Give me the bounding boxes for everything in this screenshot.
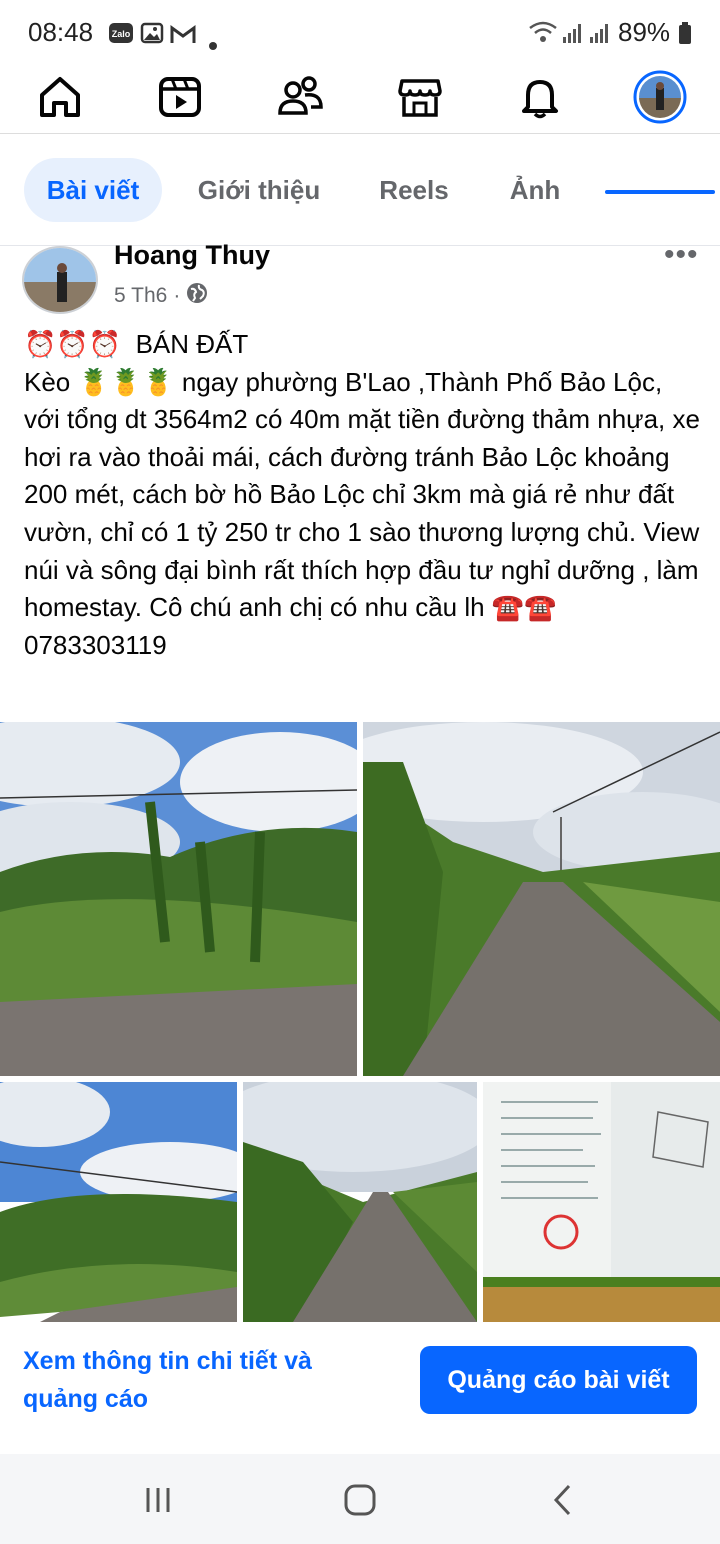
system-nav-bar	[0, 1454, 720, 1544]
meta-separator: ·	[173, 284, 181, 307]
gmail-icon	[170, 21, 196, 43]
back-icon[interactable]	[545, 1482, 581, 1518]
author-avatar[interactable]	[22, 246, 98, 314]
boost-post-button[interactable]: Quảng cáo bài viết	[420, 1346, 697, 1414]
pineapple-emoji: 🍍🍍🍍	[77, 366, 175, 397]
globe-icon	[186, 282, 208, 310]
profile-avatar[interactable]	[610, 62, 710, 132]
post-meta: 5 Th6 ·	[114, 282, 208, 310]
wifi-icon	[528, 18, 558, 42]
bell-icon[interactable]	[490, 62, 590, 132]
recents-icon[interactable]	[140, 1482, 176, 1518]
alarm-emoji: ⏰⏰⏰	[24, 329, 122, 359]
video-icon[interactable]	[130, 62, 230, 132]
photo-3[interactable]	[0, 1082, 237, 1322]
details-link[interactable]: Xem thông tin chi tiết và quảng cáo	[23, 1342, 353, 1418]
home-circle-icon[interactable]	[340, 1482, 380, 1518]
image-icon	[140, 20, 164, 44]
zalo-icon: Zalo	[108, 20, 134, 43]
battery-icon	[678, 20, 692, 44]
phone-emoji: ☎️☎️	[491, 592, 557, 623]
status-bar: 08:48 Zalo 89%	[0, 0, 720, 62]
tab-photos[interactable]: Ảnh	[496, 158, 574, 222]
marketplace-icon[interactable]	[370, 62, 470, 132]
post-body-text: ngay phường B'Lao ,Thành Phố Bảo Lộc, vớ…	[24, 366, 700, 623]
author-name[interactable]: Hoang Thuy	[114, 240, 270, 271]
phone-number[interactable]: 0783303119	[24, 630, 167, 660]
post-text: ⏰⏰⏰ BÁN ĐẤT Kèo 🍍🍍🍍 ngay phường B'Lao ,T…	[24, 326, 700, 664]
photo-1[interactable]	[0, 722, 357, 1076]
post-title-line: ⏰⏰⏰ BÁN ĐẤT	[24, 326, 700, 364]
post-keo: Kèo	[24, 366, 71, 397]
home-icon[interactable]	[10, 62, 110, 132]
photo-2[interactable]	[363, 722, 720, 1076]
battery-percent: 89%	[618, 17, 671, 47]
status-time: 08:48	[28, 17, 94, 47]
post-header: Hoang Thuy 5 Th6 · •••	[0, 238, 720, 326]
signal-icon	[562, 20, 584, 43]
signal-icon-2	[589, 20, 611, 43]
friends-icon[interactable]	[250, 62, 350, 132]
tab-posts[interactable]: Bài viết	[24, 158, 162, 222]
top-nav	[0, 62, 720, 194]
dot-icon	[208, 27, 218, 50]
photo-5-document[interactable]	[483, 1082, 720, 1322]
post-date[interactable]: 5 Th6	[114, 284, 167, 308]
profile-tabs: Bài viết Giới thiệu Reels Ảnh	[0, 134, 720, 246]
zalo-label: Zalo	[112, 29, 131, 39]
photo-4[interactable]	[243, 1082, 477, 1322]
photo-grid	[0, 722, 720, 1322]
post-body-paragraph: Kèo 🍍🍍🍍 ngay phường B'Lao ,Thành Phố Bảo…	[24, 364, 700, 665]
tab-about[interactable]: Giới thiệu	[186, 158, 332, 222]
more-options-icon[interactable]: •••	[664, 238, 699, 272]
tab-reels[interactable]: Reels	[368, 158, 460, 222]
post-title: BÁN ĐẤT	[135, 329, 249, 359]
post-cta-row: Xem thông tin chi tiết và quảng cáo Quản…	[0, 1322, 720, 1452]
